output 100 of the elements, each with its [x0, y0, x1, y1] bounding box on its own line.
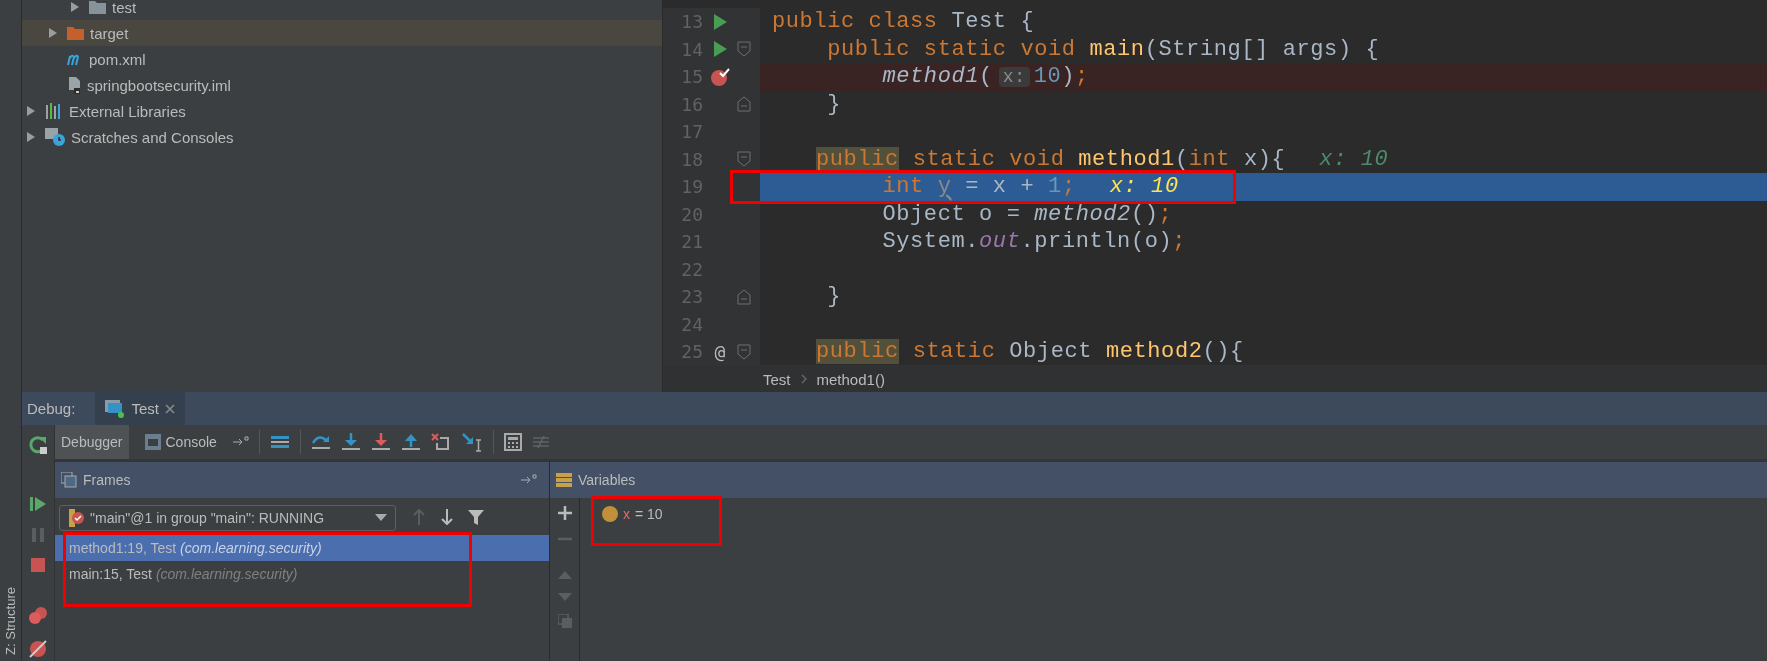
step-out-icon[interactable]: [400, 433, 421, 451]
code-token: ;: [1172, 229, 1187, 255]
breadcrumb[interactable]: Test: [763, 370, 791, 388]
fold-icon[interactable]: [737, 96, 751, 113]
file-icon: [67, 76, 81, 94]
code-token: 1: [1048, 174, 1062, 200]
parameter-hint: x:: [998, 66, 1030, 87]
code-token: (: [1174, 146, 1189, 172]
folder-icon: [89, 0, 106, 14]
code-token: x){: [1242, 146, 1286, 172]
variables-icon: [556, 472, 572, 488]
code-token: method1: [1078, 146, 1175, 172]
expand-arrow-icon[interactable]: [69, 1, 81, 13]
libraries-icon: [45, 103, 63, 119]
code-token: main: [1089, 36, 1145, 62]
code-token: public static void: [826, 36, 1077, 62]
caret-icon: [375, 514, 387, 522]
code-token: ;: [1061, 174, 1076, 200]
code-token: (: [979, 64, 993, 90]
toolbar-tab[interactable]: Console: [138, 425, 223, 459]
step-into-icon[interactable]: [340, 433, 361, 451]
thread-dropdown[interactable]: "main"@1 in group "main": RUNNING: [59, 505, 396, 531]
thread-icon: [68, 509, 84, 527]
code-token: }: [826, 284, 841, 310]
frame-item[interactable]: main:15, Test (com.learning.security): [55, 561, 549, 587]
code-token: static void: [911, 146, 1066, 172]
code-token: static: [911, 339, 997, 365]
code-token: int: [881, 174, 925, 200]
code-token: out: [979, 229, 1021, 255]
mute-breakpoints-icon[interactable]: [28, 639, 48, 659]
code-token: (String[] args) {: [1144, 36, 1380, 62]
code-token: = x +: [964, 174, 1036, 200]
add-icon[interactable]: [557, 506, 572, 520]
code-token: System.: [881, 229, 980, 255]
chevron-icon: [800, 374, 807, 384]
drop-frame-icon[interactable]: [430, 433, 451, 451]
code-token: y: [937, 174, 952, 200]
parameter-icon: [602, 506, 618, 522]
breakpoint-icon[interactable]: [710, 66, 730, 87]
code-token: }: [826, 91, 841, 117]
code-token: .println(o): [1020, 229, 1173, 255]
code-token: ;: [1075, 64, 1089, 90]
close-icon[interactable]: [164, 403, 175, 414]
debug-tab[interactable]: Test: [95, 392, 185, 425]
structure-tab[interactable]: Z: Structure: [3, 587, 18, 655]
code-token: method1: [881, 64, 980, 90]
frames-list-icon[interactable]: [269, 434, 290, 450]
panel-title: Debug:: [27, 400, 76, 417]
run-icon[interactable]: [713, 41, 727, 58]
run-to-cursor-icon[interactable]: [460, 432, 483, 452]
panel-title: Variables: [578, 472, 636, 488]
run-icon[interactable]: [713, 13, 727, 30]
code-token: method2: [1034, 201, 1131, 227]
code-token: public class: [772, 9, 939, 35]
frame-item[interactable]: method1:19, Test (com.learning.security): [55, 535, 549, 561]
code-token: Object o =: [881, 201, 1022, 227]
resume-icon[interactable]: [29, 495, 47, 513]
fold-icon[interactable]: [737, 343, 751, 360]
code-token: public: [816, 339, 899, 365]
variable-row[interactable]: x = 10: [602, 502, 663, 526]
code-token: ): [1061, 64, 1076, 90]
inline-value: x: 10: [1319, 146, 1389, 172]
code-token: ;: [1158, 201, 1173, 227]
step-over-icon[interactable]: [310, 433, 331, 451]
code-token: int: [1188, 146, 1231, 172]
tree-item[interactable]: Scratches and Consoles: [22, 124, 662, 150]
code-token: Test {: [951, 9, 1035, 35]
tree-item[interactable]: target: [22, 20, 662, 46]
expand-arrow-icon[interactable]: [25, 131, 37, 143]
toolbar-tab[interactable]: Debugger: [55, 425, 129, 459]
inline-value: x: 10: [1109, 174, 1179, 200]
scratches-icon: [45, 128, 65, 146]
stop-icon[interactable]: [30, 557, 46, 573]
code-token: 10: [1033, 64, 1062, 90]
breakpoints-icon[interactable]: [28, 607, 48, 625]
code-token: public: [816, 146, 899, 172]
code-token: Object: [1009, 339, 1094, 365]
fold-icon[interactable]: [737, 41, 751, 58]
force-step-into-icon[interactable]: [370, 433, 391, 451]
pin-icon[interactable]: [232, 436, 249, 448]
tree-item[interactable]: test: [22, 0, 662, 20]
tree-item[interactable]: pom.xml: [22, 46, 662, 72]
rerun-icon[interactable]: [28, 435, 48, 455]
panel-title: Frames: [83, 472, 131, 488]
down-arrow-icon[interactable]: [440, 508, 454, 525]
tree-item[interactable]: springbootsecurity.iml: [22, 72, 662, 98]
fold-icon[interactable]: [737, 288, 751, 305]
console-icon: [144, 434, 161, 450]
filter-icon[interactable]: [468, 508, 484, 525]
gutter-mark: @: [714, 341, 726, 363]
folder-icon: [67, 26, 84, 40]
expand-arrow-icon[interactable]: [25, 105, 37, 117]
fold-icon[interactable]: [737, 151, 751, 168]
code-token: method2: [1105, 339, 1203, 365]
pin-icon[interactable]: [521, 474, 537, 486]
frames-icon: [61, 472, 77, 488]
calculator-icon[interactable]: [503, 433, 522, 451]
expand-arrow-icon[interactable]: [47, 27, 59, 39]
breadcrumb[interactable]: method1(): [816, 370, 885, 388]
tree-item[interactable]: External Libraries: [22, 98, 662, 124]
